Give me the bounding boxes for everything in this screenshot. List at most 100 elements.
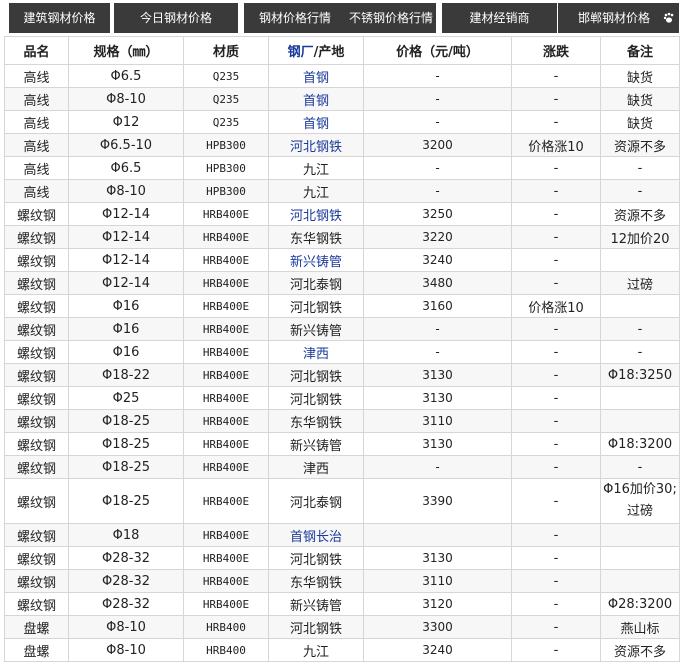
cell-spec: Φ18-25 [68, 478, 184, 524]
cell-name: 高线 [4, 110, 69, 134]
cell-price: 3200 [363, 133, 512, 157]
cell-note: - [600, 455, 680, 479]
cell-maker: 东华钢铁 [268, 409, 364, 433]
top-nav: 建筑钢材价格 今日钢材价格 钢材价格行情 不锈钢价格行情 建材经销商 邯郸钢材价… [0, 0, 683, 36]
cell-price: - [363, 179, 512, 203]
cell-spec: Φ6.5 [68, 156, 184, 180]
cell-maker: 九江 [268, 638, 364, 662]
table-row: 螺纹钢 Φ25 HRB400E 河北钢铁 3130- [4, 386, 680, 410]
cell-spec: Φ6.5-10 [68, 133, 184, 157]
cell-maker: 新兴铸管 [268, 317, 364, 341]
cell-spec: Φ12-14 [68, 248, 184, 272]
cell-material: HPB300 [183, 156, 269, 180]
cell-spec: Φ28-32 [68, 592, 184, 616]
cell-name: 螺纹钢 [4, 386, 69, 410]
cell-change: - [511, 340, 601, 364]
cell-material: HPB300 [183, 179, 269, 203]
cell-price: - [363, 455, 512, 479]
cell-note: 资源不多 [600, 202, 680, 226]
cell-price: 3390 [363, 478, 512, 524]
cell-material: HRB400E [183, 592, 269, 616]
cell-spec: Φ16 [68, 340, 184, 364]
cell-change: - [511, 271, 601, 295]
cell-name: 盘螺 [4, 615, 69, 639]
header-maker-link[interactable]: 钢厂 [288, 45, 314, 60]
table-row: 螺纹钢 Φ18-25 HRB400E 新兴铸管 3130- Φ18:3200 [4, 432, 680, 456]
cell-price: - [363, 87, 512, 111]
cell-price: - [363, 317, 512, 341]
cell-maker[interactable]: 首钢长治 [268, 523, 364, 547]
cell-material: HPB300 [183, 133, 269, 157]
header-change: 涨跌 [511, 36, 601, 65]
cell-spec: Φ25 [68, 386, 184, 410]
cell-spec: Φ18-22 [68, 363, 184, 387]
cell-price: 3130 [363, 386, 512, 410]
cell-change: - [511, 110, 601, 134]
cell-material: HRB400E [183, 340, 269, 364]
nav-building-steel-price[interactable]: 建筑钢材价格 [9, 3, 110, 33]
cell-note: - [600, 179, 680, 203]
cell-change: - [511, 87, 601, 111]
cell-maker[interactable]: 首钢 [268, 110, 364, 134]
cell-change: - [511, 156, 601, 180]
cell-maker: 河北钢铁 [268, 363, 364, 387]
cell-maker[interactable]: 津西 [268, 340, 364, 364]
cell-maker: 新兴铸管 [268, 592, 364, 616]
cell-material: Q235 [183, 87, 269, 111]
cell-price: 3120 [363, 592, 512, 616]
cell-price: 3130 [363, 432, 512, 456]
cell-material: HRB400E [183, 202, 269, 226]
nav-steel-price-market[interactable]: 钢材价格行情 [244, 3, 346, 33]
cell-price [363, 523, 512, 547]
cell-change: - [511, 615, 601, 639]
cell-change: - [511, 546, 601, 570]
cell-maker[interactable]: 河北钢铁 [268, 133, 364, 157]
header-spec: 规格（㎜） [68, 36, 184, 65]
cell-name: 螺纹钢 [4, 248, 69, 272]
cell-spec: Φ16 [68, 317, 184, 341]
cell-material: HRB400E [183, 432, 269, 456]
table-row: 螺纹钢 Φ12-14 HRB400E 新兴铸管 3240- [4, 248, 680, 272]
cell-material: HRB400E [183, 363, 269, 387]
cell-price: - [363, 156, 512, 180]
cell-material: HRB400E [183, 317, 269, 341]
cell-note: Φ16加价30;过磅 [600, 478, 680, 524]
table-row: 螺纹钢 Φ18-22 HRB400E 河北钢铁 3130- Φ18:3250 [4, 363, 680, 387]
cell-maker: 九江 [268, 156, 364, 180]
paw-icon [663, 12, 674, 23]
cell-name: 高线 [4, 64, 69, 88]
nav-stainless-steel-price[interactable]: 不锈钢价格行情 [346, 3, 436, 33]
cell-maker: 东华钢铁 [268, 225, 364, 249]
nav-today-steel-price[interactable]: 今日钢材价格 [114, 3, 238, 33]
cell-material: HRB400E [183, 569, 269, 593]
cell-maker[interactable]: 首钢 [268, 87, 364, 111]
cell-material: HRB400 [183, 638, 269, 662]
table-row: 盘螺 Φ8-10 HRB400 河北钢铁 3300- 燕山标 [4, 615, 680, 639]
nav-building-material-dealers[interactable]: 建材经销商 [442, 3, 557, 33]
cell-name: 盘螺 [4, 638, 69, 662]
cell-maker[interactable]: 河北钢铁 [268, 202, 364, 226]
table-row: 高线 Φ6.5 HPB300 九江 - - - [4, 156, 680, 180]
cell-price: 3250 [363, 202, 512, 226]
nav-handan-steel-price[interactable]: 邯郸钢材价格 [558, 3, 679, 33]
cell-price: 3480 [363, 271, 512, 295]
cell-maker[interactable]: 新兴铸管 [268, 248, 364, 272]
table-row: 螺纹钢 Φ16 HRB400E 津西 - - - [4, 340, 680, 364]
cell-change: - [511, 478, 601, 524]
table-row: 高线 Φ8-10 HPB300 九江 - - - [4, 179, 680, 203]
cell-name: 螺纹钢 [4, 409, 69, 433]
cell-maker[interactable]: 首钢 [268, 64, 364, 88]
cell-note: 资源不多 [600, 133, 680, 157]
steel-price-table: 品名 规格（㎜） 材质 钢厂/产地 价格（元/吨） 涨跌 备注 高线 Φ6.5 Q2… [4, 36, 680, 662]
cell-note: 燕山标 [600, 615, 680, 639]
cell-name: 螺纹钢 [4, 592, 69, 616]
table-row: 螺纹钢 Φ18 HRB400E 首钢长治 - [4, 523, 680, 547]
cell-change: - [511, 386, 601, 410]
cell-note: Φ18:3250 [600, 363, 680, 387]
cell-name: 螺纹钢 [4, 546, 69, 570]
cell-change: 价格涨10 [511, 133, 601, 157]
cell-change: - [511, 455, 601, 479]
cell-price: - [363, 110, 512, 134]
cell-change: - [511, 317, 601, 341]
table-row: 高线 Φ6.5 Q235 首钢 - - 缺货 [4, 64, 680, 88]
